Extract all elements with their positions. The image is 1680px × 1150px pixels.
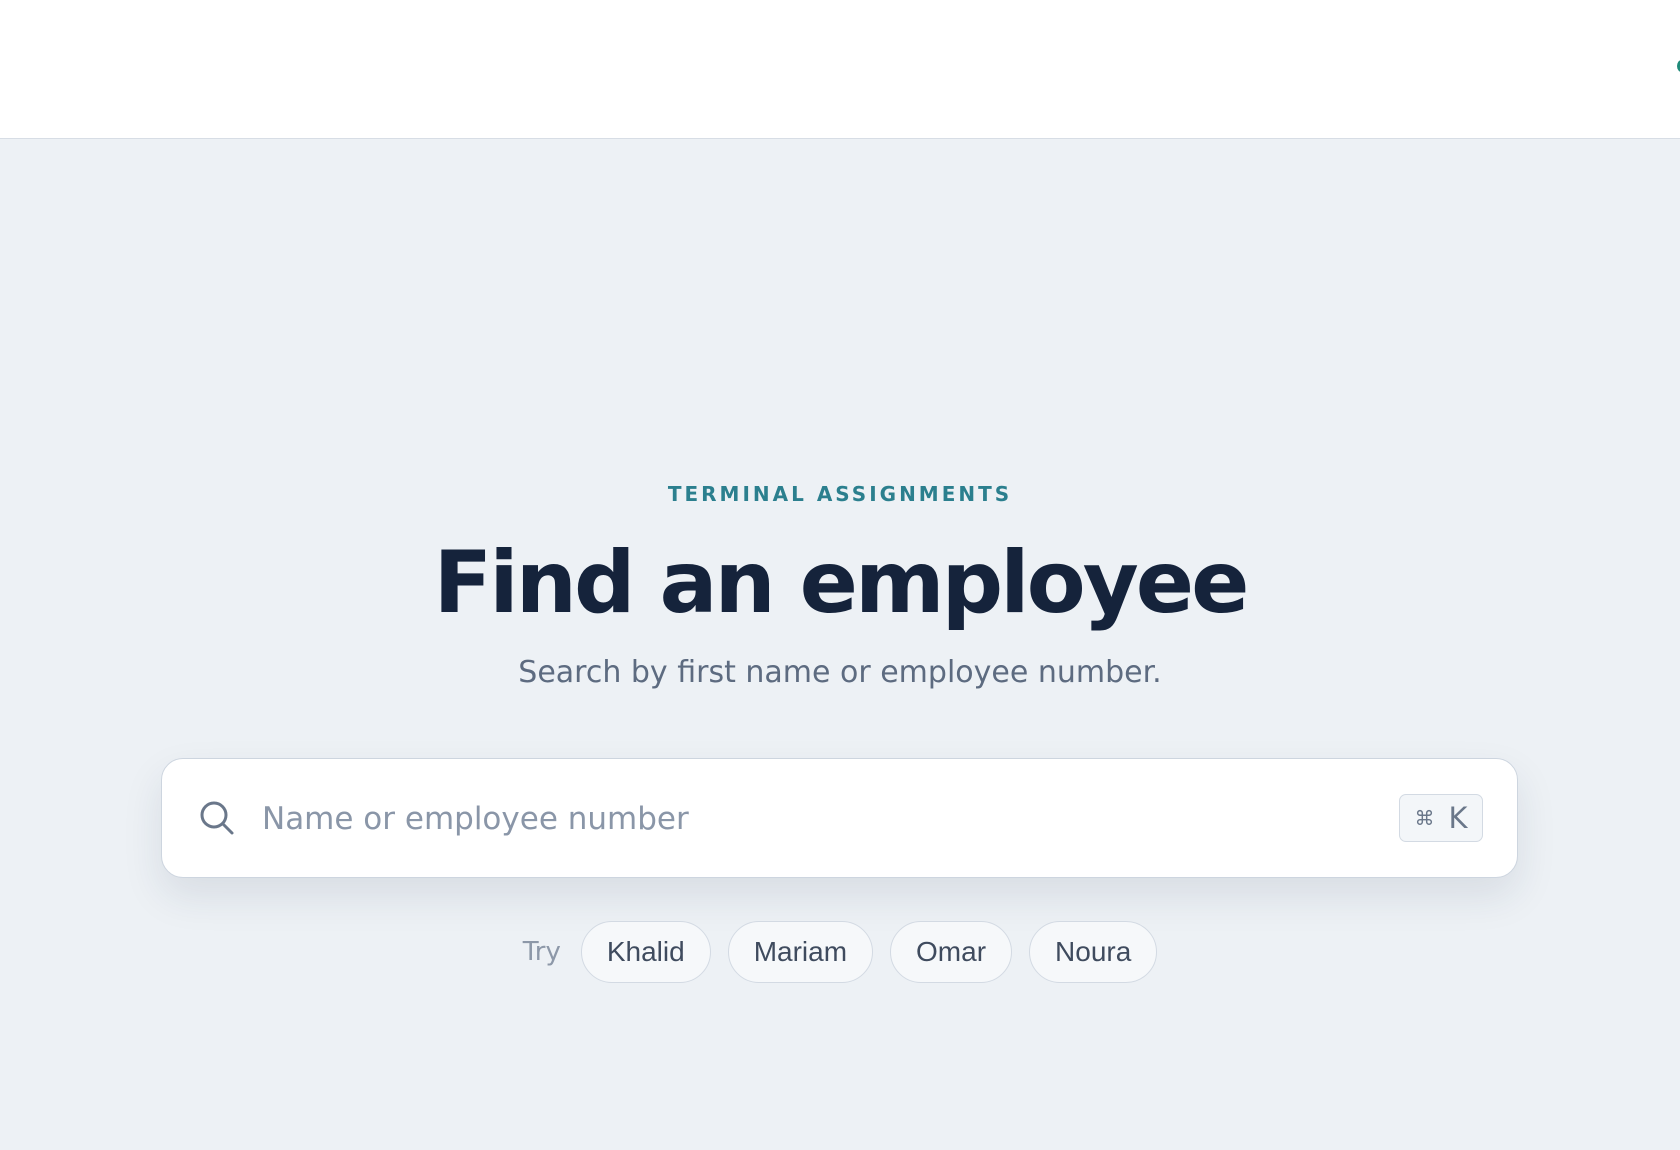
keyboard-shortcut-hint: ⌘ K xyxy=(1399,794,1483,842)
search-icon xyxy=(200,801,234,835)
top-bar xyxy=(0,0,1680,139)
suggestion-chip-noura[interactable]: Noura xyxy=(1029,921,1158,983)
suggestion-chip-khalid[interactable]: Khalid xyxy=(580,921,711,983)
page-subtitle: Search by first name or employee number. xyxy=(518,655,1162,690)
command-key-icon: ⌘ xyxy=(1414,806,1435,830)
section-eyebrow: TERMINAL ASSIGNMENTS xyxy=(667,482,1013,506)
suggestion-chip-omar[interactable]: Omar xyxy=(890,921,1013,983)
search-box[interactable]: ⌘ K xyxy=(161,758,1518,878)
page-title: Find an employee xyxy=(433,533,1250,633)
suggestion-label: Try xyxy=(522,937,561,967)
suggestion-row: Try Khalid Mariam Omar Noura xyxy=(0,921,1680,983)
search-input[interactable] xyxy=(262,779,1262,859)
hero-section: TERMINAL ASSIGNMENTS Find an employee Se… xyxy=(0,477,1680,693)
suggestion-chip-mariam[interactable]: Mariam xyxy=(727,921,874,983)
shortcut-key: K xyxy=(1448,801,1468,835)
